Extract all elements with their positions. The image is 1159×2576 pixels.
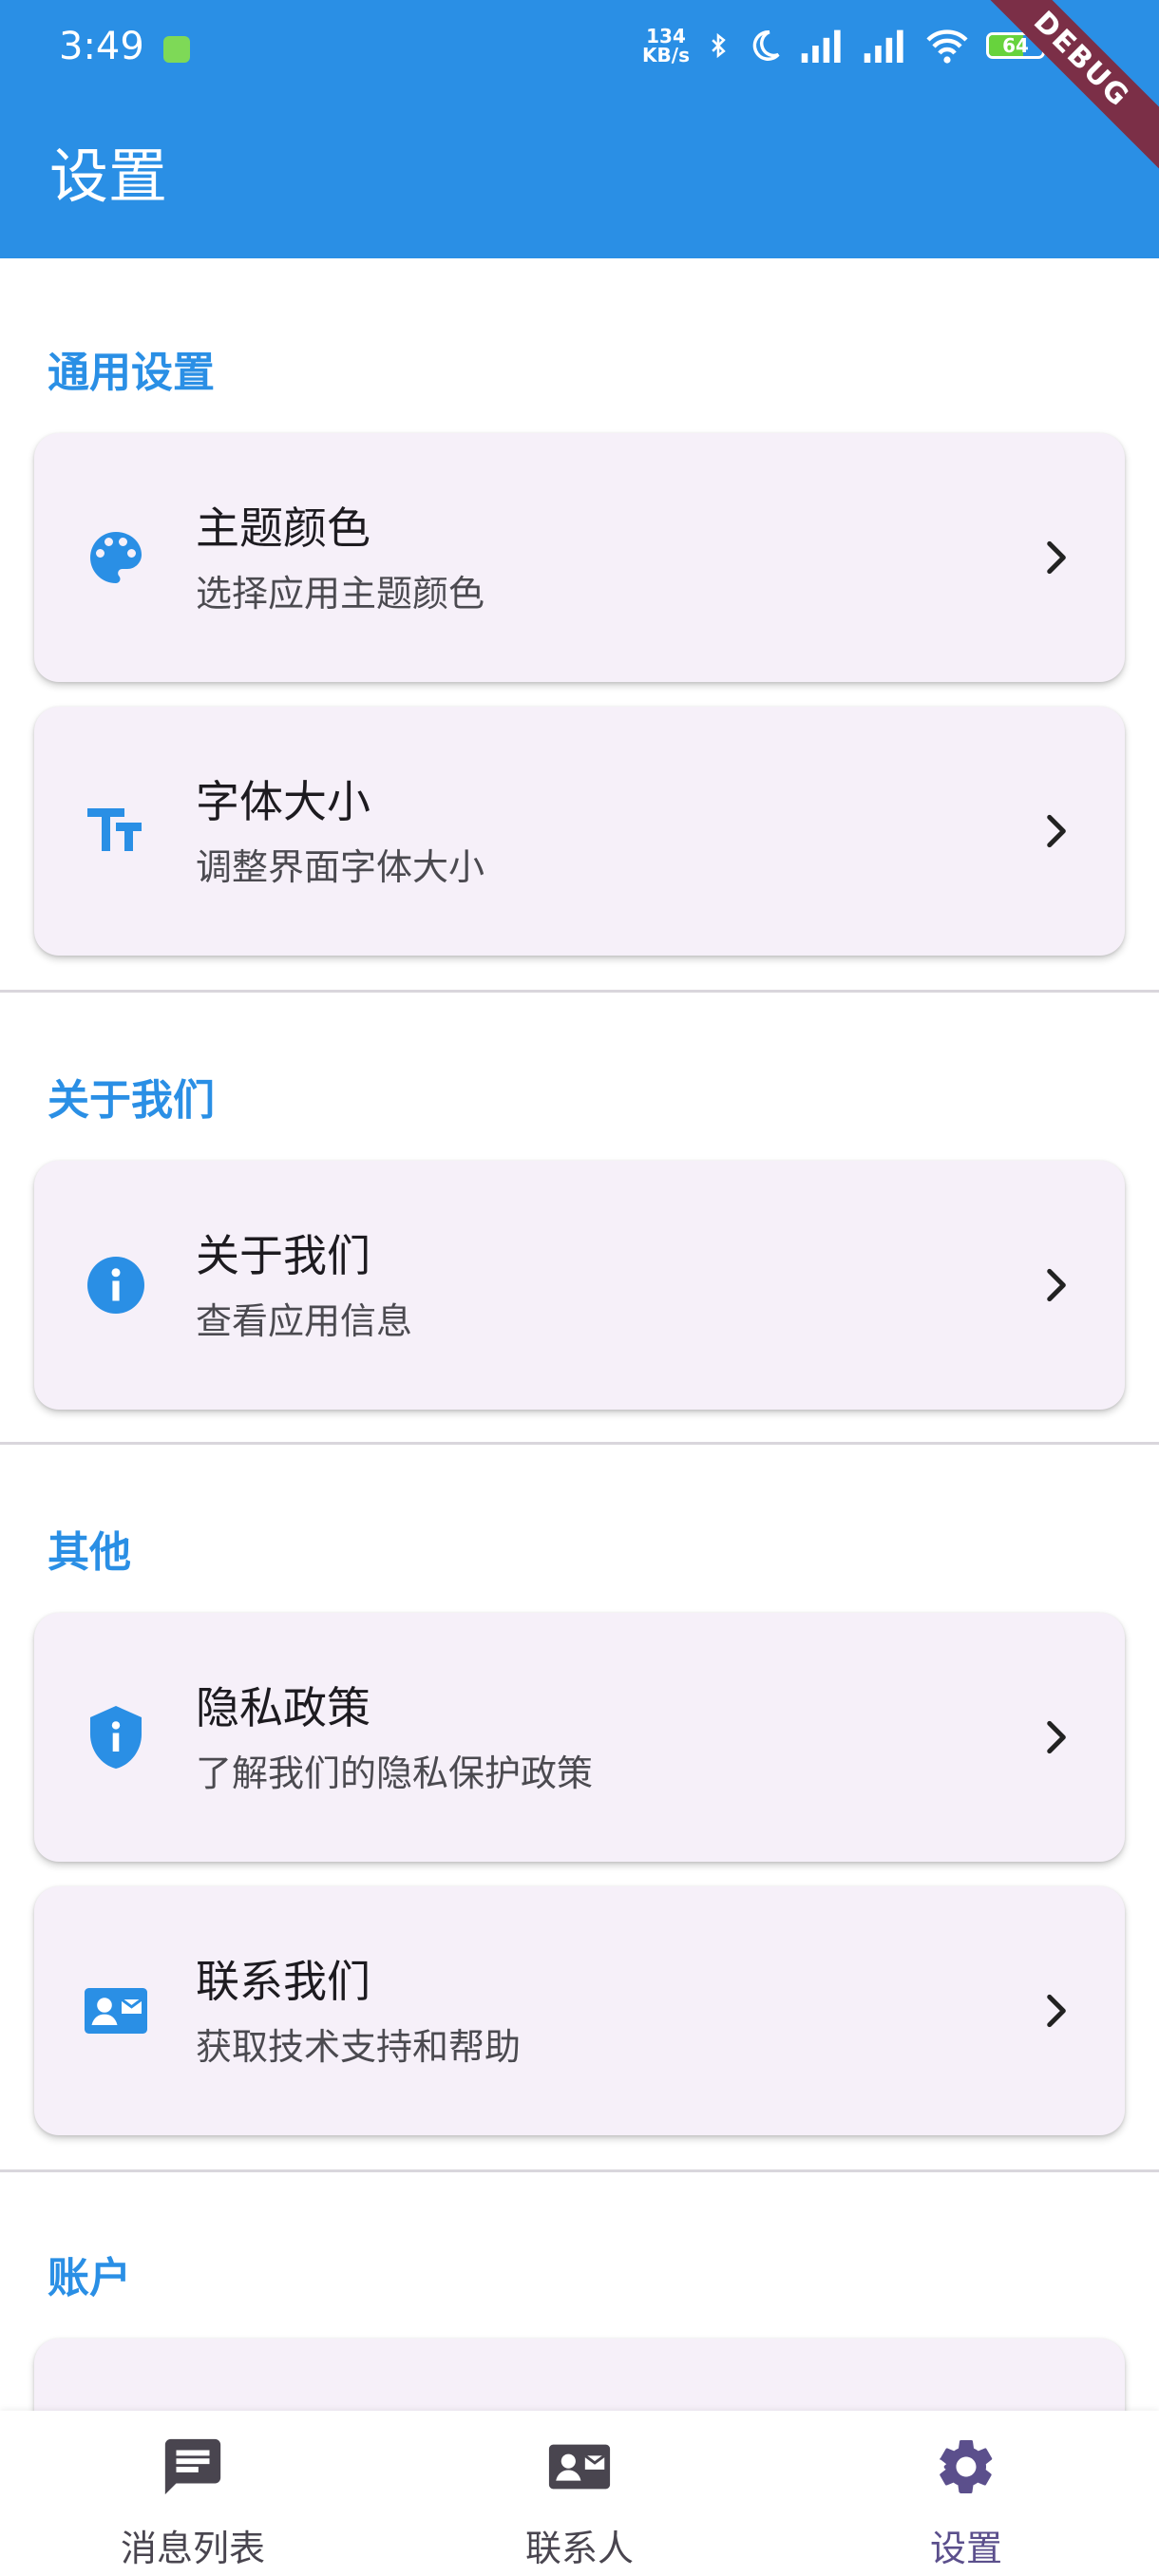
bluetooth-icon	[712, 32, 726, 59]
app-bar: 3:49 134 KB/s 64 DEBUG 设置	[0, 0, 1159, 258]
section-header-other: 其他	[48, 1528, 131, 1577]
item-title: 主题颜色	[196, 502, 370, 554]
contact-us-item[interactable]: 联系我们 获取技术支持和帮助	[34, 1886, 1125, 2135]
section-header-general: 通用设置	[48, 349, 215, 397]
theme-color-item[interactable]: 主题颜色 选择应用主题颜色	[34, 433, 1125, 682]
nav-settings[interactable]: 设置	[773, 2411, 1159, 2576]
font-size-item[interactable]: 字体大小 调整界面字体大小	[34, 707, 1125, 956]
section-divider	[0, 1442, 1159, 1445]
moon-icon	[752, 30, 780, 61]
chevron-right-icon	[1032, 1261, 1079, 1309]
contact-card-icon	[82, 1977, 150, 2045]
chevron-right-icon	[1032, 1714, 1079, 1761]
nav-messages[interactable]: 消息列表	[0, 2411, 386, 2576]
nav-label: 设置	[929, 2528, 1002, 2569]
nav-label: 消息列表	[120, 2528, 265, 2569]
item-title: 关于我们	[196, 1230, 370, 1281]
about-us-item[interactable]: 关于我们 查看应用信息	[34, 1161, 1125, 1410]
info-icon	[82, 1251, 150, 1319]
nav-contacts[interactable]: 联系人	[387, 2411, 772, 2576]
privacy-policy-item[interactable]: 隐私政策 了解我们的隐私保护政策	[34, 1613, 1125, 1862]
item-subtitle: 查看应用信息	[196, 1300, 413, 1342]
palette-icon	[82, 523, 150, 592]
section-divider	[0, 2169, 1159, 2172]
network-speed: 134 KB/s	[642, 25, 690, 66]
item-subtitle: 调整界面字体大小	[196, 846, 485, 888]
status-time: 3:49	[59, 25, 144, 68]
status-icons: 134 KB/s 64	[642, 27, 1045, 65]
chevron-right-icon	[1032, 1987, 1079, 2035]
notification-app-icon	[163, 36, 190, 63]
gear-icon	[939, 2440, 993, 2493]
message-icon	[164, 2438, 221, 2495]
item-subtitle: 了解我们的隐私保护政策	[196, 1752, 594, 1794]
chevron-right-icon	[1032, 807, 1079, 855]
signal-icon	[801, 29, 841, 63]
nav-label: 联系人	[524, 2528, 634, 2569]
section-divider	[0, 990, 1159, 993]
signal-icon-2	[864, 29, 903, 63]
page-title: 设置	[49, 142, 168, 211]
text-size-icon	[82, 797, 150, 865]
wifi-icon	[926, 29, 968, 64]
item-title: 字体大小	[196, 776, 370, 827]
section-header-account: 账户	[48, 2254, 131, 2302]
section-header-about: 关于我们	[48, 1076, 215, 1125]
bottom-navigation: 消息列表 联系人 设置	[0, 2411, 1159, 2576]
item-title: 隐私政策	[196, 1682, 370, 1733]
item-subtitle: 选择应用主题颜色	[196, 573, 485, 615]
chevron-right-icon	[1032, 534, 1079, 581]
item-subtitle: 获取技术支持和帮助	[196, 2026, 522, 2068]
item-title: 联系我们	[196, 1956, 370, 2007]
privacy-shield-icon	[82, 1703, 150, 1771]
contact-card-icon	[548, 2444, 611, 2490]
